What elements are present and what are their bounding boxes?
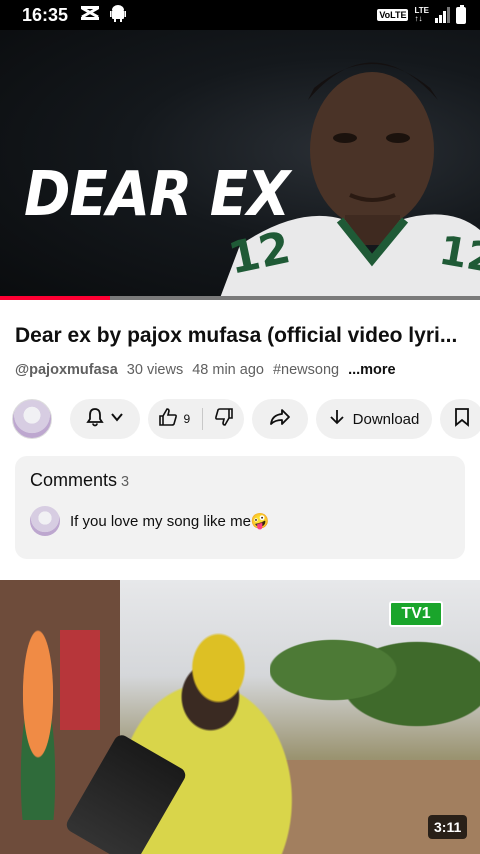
- battery-icon: [456, 4, 466, 24]
- hashtag-link[interactable]: #newsong: [273, 362, 339, 378]
- next-video-thumbnail[interactable]: TV1 3:11: [0, 580, 480, 854]
- like-dislike-group: 9: [148, 399, 244, 439]
- like-button[interactable]: [158, 407, 178, 431]
- download-icon: [329, 408, 345, 430]
- video-duration-badge: 3:11: [428, 815, 468, 839]
- video-title[interactable]: Dear ex by pajox mufasa (official video …: [15, 324, 470, 348]
- download-label: Download: [352, 410, 420, 428]
- android-icon: [110, 4, 127, 27]
- video-overlay-text: DEAR EX: [24, 158, 290, 231]
- like-divider: [201, 408, 203, 430]
- status-bar: 16:35 VoLTE LTE ↑↓: [0, 0, 480, 30]
- thumbs-up-icon: [159, 408, 177, 426]
- dislike-button[interactable]: [214, 407, 234, 431]
- lte-indicator: LTE ↑↓: [414, 6, 429, 23]
- save-button[interactable]: [440, 399, 480, 439]
- bookmark-icon: [454, 407, 470, 431]
- commenter-avatar: [30, 506, 60, 536]
- comments-heading: Comments 3: [30, 470, 130, 490]
- subscription-bell-button[interactable]: [70, 399, 140, 439]
- like-count: 9: [183, 412, 191, 426]
- thumbs-down-icon: [215, 408, 233, 426]
- chevron-down-icon: [109, 409, 125, 429]
- upload-age: 48 min ago: [192, 362, 264, 378]
- comments-panel[interactable]: Comments 3 If you love my song like me🤪: [15, 456, 465, 559]
- capcut-icon: [80, 5, 100, 26]
- comments-count: 3: [121, 474, 130, 490]
- volte-badge: VoLTE: [377, 9, 409, 21]
- thumb-child: [8, 610, 68, 820]
- video-details: Dear ex by pajox mufasa (official video …: [0, 300, 480, 580]
- video-meta: @pajoxmufasa 30 views 48 min ago #newson…: [15, 362, 396, 378]
- action-bar: 9 Download: [12, 398, 480, 440]
- view-count: 30 views: [126, 362, 184, 378]
- channel-logo: TV1: [389, 601, 443, 627]
- bell-icon: [85, 407, 105, 431]
- share-button[interactable]: [252, 399, 308, 439]
- download-button[interactable]: Download: [316, 399, 432, 439]
- video-player[interactable]: 12 12 DEAR EX: [0, 30, 480, 298]
- clock: 16:35: [22, 4, 69, 25]
- channel-avatar[interactable]: [12, 399, 52, 439]
- top-comment-text: If you love my song like me🤪: [70, 513, 270, 530]
- share-icon: [269, 407, 291, 431]
- channel-handle[interactable]: @pajoxmufasa: [15, 362, 118, 378]
- more-link[interactable]: ...more: [348, 362, 396, 378]
- signal-icon: [435, 7, 450, 23]
